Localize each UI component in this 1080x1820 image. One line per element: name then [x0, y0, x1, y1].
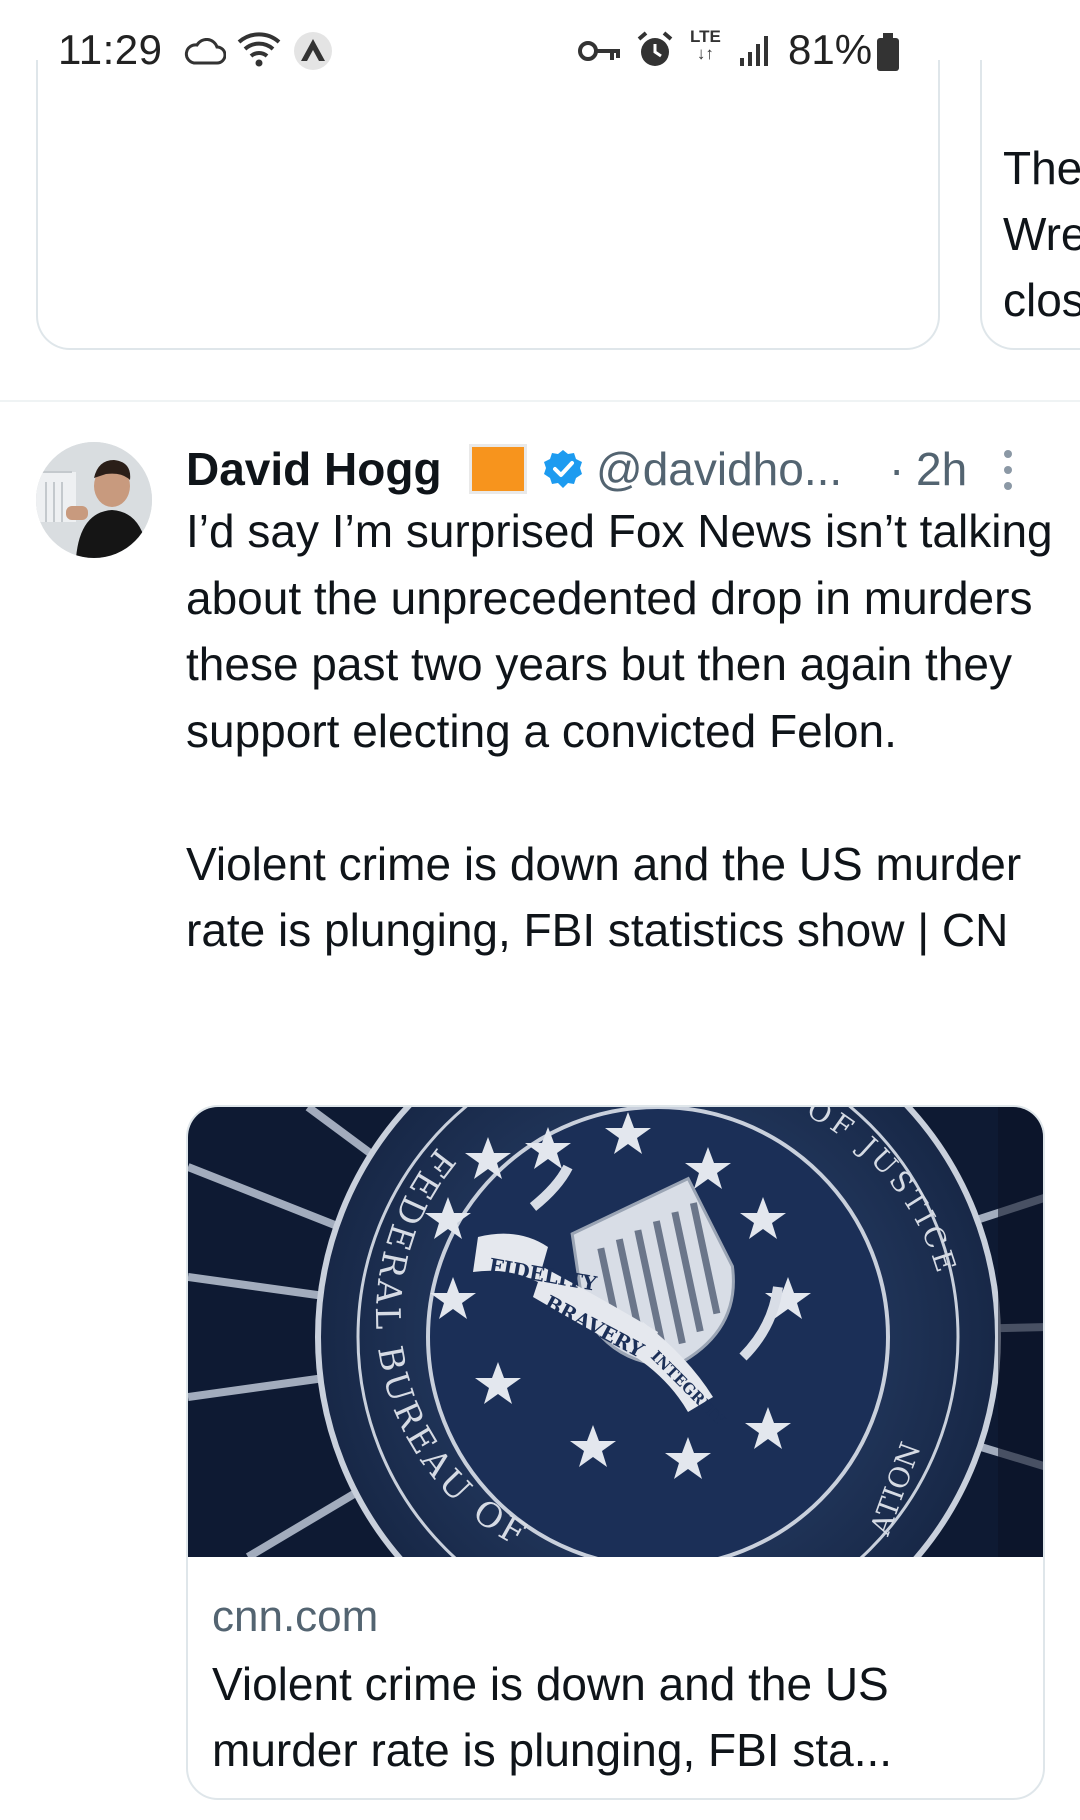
avatar-photo: [36, 442, 152, 558]
orange-square-emoji: [469, 444, 527, 494]
previous-card-line: The: [1003, 142, 1080, 194]
network-type: LTE ↓↑: [690, 27, 721, 63]
tweet-header: David Hogg @davidho... · 2h: [186, 438, 1066, 498]
author-handle[interactable]: @davidho...: [596, 442, 842, 496]
link-title: Violent crime is down and the US murder …: [212, 1658, 893, 1776]
meta-separator: ·: [889, 443, 905, 495]
avatar[interactable]: [36, 442, 152, 558]
author-name[interactable]: David Hogg: [186, 442, 442, 496]
link-preview-card[interactable]: FEDERAL BUREAU OF MENT OF JUSTICE ATION: [186, 1105, 1045, 1800]
more-options-icon[interactable]: [998, 448, 1018, 492]
verified-badge-icon: [544, 450, 582, 488]
previous-card-line: clos: [1003, 274, 1080, 326]
previous-card-text: The Wre clos: [1003, 135, 1080, 333]
previous-card-line: Wre: [1003, 208, 1080, 260]
fbi-seal-image: FEDERAL BUREAU OF MENT OF JUSTICE ATION: [188, 1107, 1043, 1557]
previous-card-left[interactable]: [36, 60, 940, 350]
tweet-time[interactable]: 2h: [916, 442, 967, 496]
tweet-text: I’d say I’m surprised Fox News isn’t tal…: [186, 505, 1053, 956]
link-domain: cnn.com: [212, 1592, 379, 1641]
timeline-divider: [0, 400, 1080, 402]
